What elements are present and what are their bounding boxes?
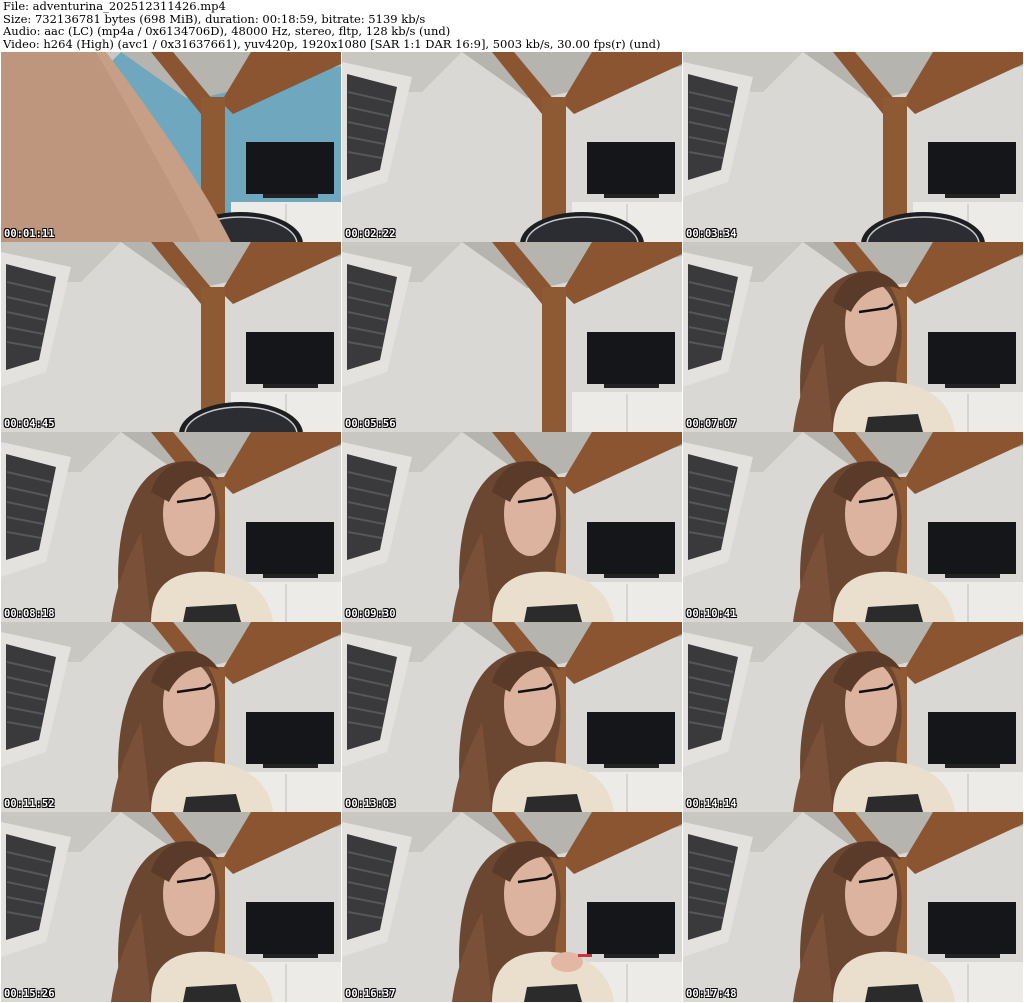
frame-image xyxy=(683,812,1023,1002)
frame-image xyxy=(342,812,682,1002)
video-thumbnail[interactable]: 00:17:48 xyxy=(683,812,1023,1002)
frame-image xyxy=(342,622,682,812)
video-thumbnail[interactable]: 00:13:03 xyxy=(342,622,682,812)
video-thumbnail[interactable]: 00:09:30 xyxy=(342,432,682,622)
frame-image xyxy=(683,242,1023,432)
frame-image xyxy=(342,242,682,432)
frame-image xyxy=(683,52,1023,242)
video-thumbnail[interactable]: 00:05:56 xyxy=(342,242,682,432)
frame-image xyxy=(1,242,341,432)
timestamp-label: 00:09:30 xyxy=(345,608,396,620)
timestamp-label: 00:05:56 xyxy=(345,418,396,430)
video-thumbnail[interactable]: 00:16:37 xyxy=(342,812,682,1002)
timestamp-label: 00:01:11 xyxy=(4,228,55,240)
timestamp-label: 00:16:37 xyxy=(345,988,396,1000)
video-thumbnail[interactable]: 00:11:52 xyxy=(1,622,341,812)
thumbnail-grid: 00:01:11 00:02:22 00:03:34 00:04:45 00:0… xyxy=(1,52,1023,1003)
video-thumbnail[interactable]: 00:15:26 xyxy=(1,812,341,1002)
frame-image xyxy=(342,52,682,242)
timestamp-label: 00:11:52 xyxy=(4,798,55,810)
timestamp-label: 00:14:14 xyxy=(686,798,737,810)
metadata-header: File: adventurina_202512311426.mp4 Size:… xyxy=(3,0,1021,50)
video-thumbnail[interactable]: 00:04:45 xyxy=(1,242,341,432)
video-thumbnail[interactable]: 00:08:18 xyxy=(1,432,341,622)
timestamp-label: 00:17:48 xyxy=(686,988,737,1000)
frame-image xyxy=(342,432,682,622)
timestamp-label: 00:04:45 xyxy=(4,418,55,430)
frame-image xyxy=(683,622,1023,812)
video-thumbnail[interactable]: 00:02:22 xyxy=(342,52,682,242)
timestamp-label: 00:10:41 xyxy=(686,608,737,620)
video-thumbnail[interactable]: 00:07:07 xyxy=(683,242,1023,432)
audio-line: Audio: aac (LC) (mp4a / 0x6134706D), 480… xyxy=(3,24,451,38)
timestamp-label: 00:08:18 xyxy=(4,608,55,620)
frame-image xyxy=(1,52,341,242)
frame-image xyxy=(1,812,341,1002)
file-line: File: adventurina_202512311426.mp4 xyxy=(3,0,226,13)
video-thumbnail[interactable]: 00:01:11 xyxy=(1,52,341,242)
video-thumbnail[interactable]: 00:03:34 xyxy=(683,52,1023,242)
video-thumbnail[interactable]: 00:10:41 xyxy=(683,432,1023,622)
video-thumbnail[interactable]: 00:14:14 xyxy=(683,622,1023,812)
frame-image xyxy=(683,432,1023,622)
timestamp-label: 00:07:07 xyxy=(686,418,737,430)
frame-image xyxy=(1,432,341,622)
timestamp-label: 00:02:22 xyxy=(345,228,396,240)
frame-image xyxy=(1,622,341,812)
timestamp-label: 00:15:26 xyxy=(4,988,55,1000)
video-line: Video: h264 (High) (avc1 / 0x31637661), … xyxy=(3,36,661,51)
timestamp-label: 00:13:03 xyxy=(345,798,396,810)
timestamp-label: 00:03:34 xyxy=(686,228,737,240)
